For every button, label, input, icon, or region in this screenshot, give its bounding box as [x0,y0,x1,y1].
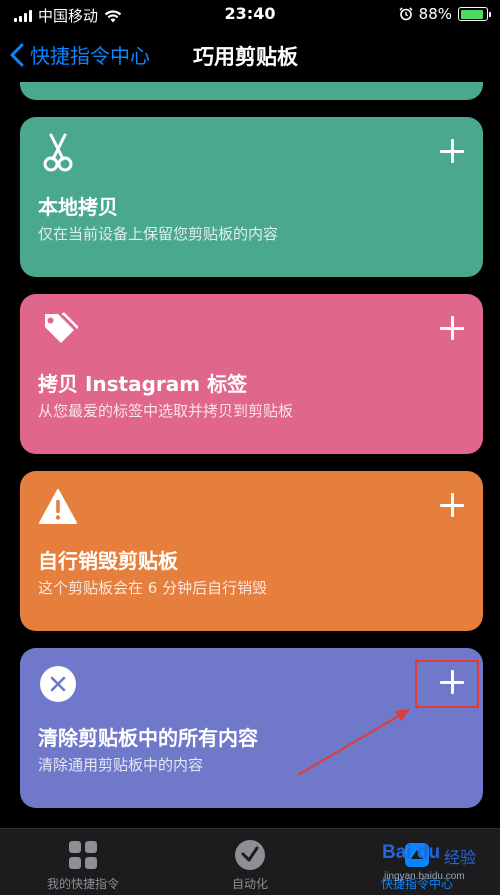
watermark-brand: 经验 [444,848,477,867]
tab-automation[interactable]: 自动化 [167,839,333,892]
card-subtitle: 仅在当前设备上保留您剪贴板的内容 [38,225,279,243]
shortcut-card[interactable]: 拷贝 Instagram 标签 从您最爱的标签中选取并拷贝到剪贴板 [20,294,483,454]
card-subtitle: 清除通用剪贴板中的内容 [38,756,204,774]
tab-my-shortcuts[interactable]: 我的快捷指令 [0,839,166,892]
navigation-bar: 快捷指令中心 巧用剪贴板 [0,30,500,82]
shortcut-card[interactable]: 自行销毁剪贴板 这个剪贴板会在 6 分钟后自行销毁 [20,471,483,631]
status-bar: 中国移动 23:40 88% [0,0,500,30]
previous-card-bottom[interactable] [20,82,483,100]
watermark-logo: Bai du [382,842,441,863]
tab-label: 我的快捷指令 [46,877,119,891]
watermark-url: jingyan.baidu.com [384,871,465,882]
back-button[interactable]: 快捷指令中心 [10,40,150,69]
card-subtitle: 从您最爱的标签中选取并拷贝到剪贴板 [38,402,294,420]
shortcut-card[interactable]: 清除剪贴板中的所有内容 清除通用剪贴板中的内容 [20,648,483,808]
grid-icon [69,841,97,869]
card-title: 清除剪贴板中的所有内容 [38,726,258,750]
chevron-left-icon [10,43,24,66]
tab-label: 自动化 [231,877,268,891]
warning-icon [39,489,77,524]
annotation-highlight-box [415,660,479,708]
battery-percent: 88% [418,5,452,23]
alarm-icon [399,7,413,21]
card-title: 本地拷贝 [38,195,118,219]
page-title: 巧用剪贴板 [193,45,298,69]
add-shortcut-button[interactable] [440,139,464,163]
card-subtitle: 这个剪贴板会在 6 分钟后自行销毁 [38,579,268,597]
baidu-watermark: Bai du 经验 jingyan.baidu.com [378,838,493,888]
card-title: 自行销毁剪贴板 [38,549,178,573]
clock-icon [235,840,265,870]
tag-icon [44,312,78,343]
status-right: 88% [399,5,491,23]
scissors-icon [43,133,73,172]
clear-icon [40,666,76,702]
battery-fill [460,9,483,19]
card-title: 拷贝 Instagram 标签 [38,372,248,396]
battery-icon [458,7,491,21]
shortcut-card[interactable]: 本地拷贝 仅在当前设备上保留您剪贴板的内容 [20,117,483,277]
add-shortcut-button[interactable] [440,493,464,517]
shortcut-list: 本地拷贝 仅在当前设备上保留您剪贴板的内容 拷贝 Instagram 标签 从您… [0,82,500,828]
add-shortcut-button[interactable] [440,316,464,340]
back-label: 快捷指令中心 [30,44,150,68]
